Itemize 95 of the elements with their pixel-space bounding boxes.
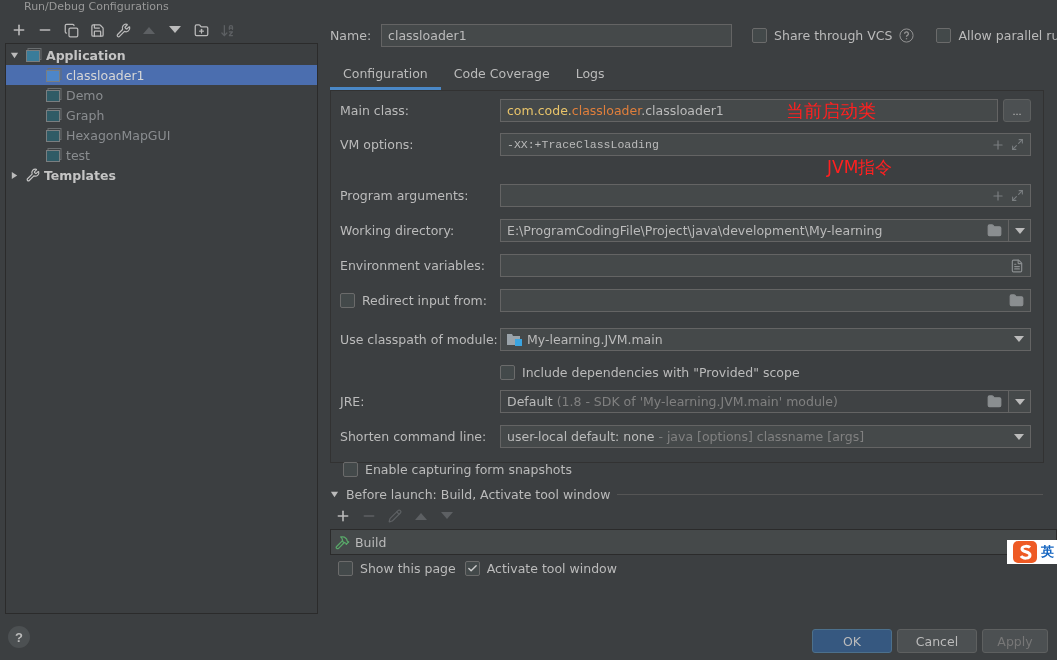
- dropdown-value: My-learning.JVM.main: [527, 331, 663, 347]
- folder-icon[interactable]: [987, 394, 1002, 409]
- dropdown-caret-icon: [1014, 433, 1024, 440]
- wrench-icon: [26, 168, 40, 182]
- tab[interactable]: Logs: [562, 60, 618, 90]
- checkbox[interactable]: [343, 461, 358, 477]
- field-value: E:\ProgramCodingFile\Project\java\development\My-learning: [507, 223, 883, 238]
- tree-item[interactable]: HexagonMapGUI: [6, 125, 317, 145]
- field-label: Name:: [330, 27, 372, 43]
- folder-icon[interactable]: [987, 223, 1002, 238]
- folder-add-icon[interactable]: [192, 21, 210, 39]
- tree-item[interactable]: Graph: [6, 105, 317, 125]
- dropdown-value: user-local default: none - java [options] classname [args]: [507, 429, 865, 444]
- field-label: Use classpath of module:: [340, 331, 498, 347]
- input-method-badge[interactable]: 英: [1007, 540, 1057, 564]
- dropdown[interactable]: Default (1.8 - SDK of 'My-learning.JVM.main' module): [500, 390, 1009, 413]
- field-value: com.code.classloader.classloader1: [507, 103, 724, 118]
- input-method-logo-icon: [1013, 541, 1037, 563]
- checkbox-label: Share through VCS: [774, 27, 893, 43]
- tree-item-label: HexagonMapGUI: [66, 127, 171, 143]
- tree-item-label: Demo: [66, 87, 104, 103]
- window-icon: [46, 128, 62, 142]
- window-icon: [46, 108, 62, 122]
- wrench-icon[interactable]: [114, 21, 132, 39]
- window-icon: [46, 148, 62, 162]
- field-value: classloader1: [388, 27, 467, 43]
- text-field[interactable]: -XX:+TraceClassLoading: [500, 133, 1031, 156]
- field-label: Shorten command line:: [340, 429, 487, 444]
- dropdown[interactable]: My-learning.JVM.main: [500, 327, 1031, 351]
- tree-item[interactable]: Demo: [6, 85, 317, 105]
- checkbox-label: Show this page: [360, 561, 456, 576]
- copy-icon[interactable]: [62, 21, 80, 39]
- tree-item[interactable]: Application: [6, 45, 317, 65]
- folder-icon[interactable]: [1009, 293, 1024, 308]
- dropdown-value: Default (1.8 - SDK of 'My-learning.JVM.main' module): [507, 394, 838, 409]
- name-field[interactable]: classloader1: [381, 23, 733, 47]
- text-field[interactable]: E:\ProgramCodingFile\Project\java\development\My-learning: [500, 219, 1009, 242]
- checkbox[interactable]: [464, 561, 480, 576]
- window-title: Run/Debug Configurations: [24, 1, 169, 12]
- checkbox-label: Redirect input from:: [362, 293, 487, 308]
- field-label: VM options:: [340, 137, 414, 152]
- dropdown-button[interactable]: [1009, 219, 1031, 242]
- document-icon[interactable]: [1010, 258, 1024, 273]
- text-field[interactable]: [500, 289, 1031, 312]
- checkbox[interactable]: [936, 27, 952, 43]
- checkbox[interactable]: [340, 293, 355, 308]
- field-value: -XX:+TraceClassLoading: [507, 138, 659, 151]
- tree-item-label: Graph: [66, 107, 105, 123]
- dropdown[interactable]: user-local default: none - java [options] classname [args]: [500, 425, 1031, 448]
- tree-item[interactable]: test: [6, 145, 317, 165]
- hammer-icon: [335, 534, 350, 550]
- checkbox[interactable]: [500, 364, 515, 380]
- field-label: JRE:: [340, 394, 365, 409]
- dropdown-button[interactable]: [1009, 390, 1031, 413]
- help-button[interactable]: ?: [8, 626, 30, 648]
- task-label: Build: [355, 534, 387, 550]
- check-icon: [466, 563, 478, 574]
- collapse-arrow-icon[interactable]: [10, 50, 19, 60]
- save-icon[interactable]: [88, 21, 106, 39]
- collapse-arrow-icon[interactable]: [330, 489, 339, 499]
- annotation: 当前启动类: [786, 98, 876, 123]
- window-icon: [46, 88, 62, 102]
- text-field[interactable]: [500, 254, 1031, 277]
- tree-item-label: test: [66, 147, 90, 163]
- dialog-button[interactable]: Cancel: [897, 629, 977, 653]
- checkbox[interactable]: [338, 561, 353, 576]
- dropdown-caret-icon: [1014, 336, 1024, 342]
- field-label: Main class:: [340, 103, 410, 118]
- field-label: Environment variables:: [340, 258, 485, 273]
- dialog-button[interactable]: OK: [812, 629, 892, 653]
- dropdown-caret-icon: [1014, 227, 1025, 234]
- expand-icon[interactable]: [1011, 138, 1024, 151]
- window-icon: [26, 48, 42, 62]
- text-field[interactable]: com.code.classloader.classloader1 当前启动类: [500, 99, 998, 122]
- field-label: Program arguments:: [340, 188, 469, 203]
- tree-item[interactable]: classloader1: [6, 65, 317, 85]
- checkbox-label: Include dependencies with "Provided" scope: [522, 364, 800, 380]
- tree-item-label: classloader1: [66, 67, 145, 83]
- checkbox[interactable]: [752, 27, 768, 43]
- tree-item-label: Templates: [44, 167, 116, 183]
- tree-item[interactable]: Templates: [6, 165, 317, 185]
- checkbox-label: Enable capturing form snapshots: [365, 461, 572, 477]
- annotation: JVM指令: [827, 157, 893, 177]
- help-icon[interactable]: [899, 27, 915, 43]
- dropdown-caret-icon: [1014, 398, 1025, 405]
- browse-button[interactable]: ...: [1003, 99, 1031, 122]
- expand-icon[interactable]: [1011, 189, 1024, 202]
- tab[interactable]: Code Coverage: [440, 60, 563, 90]
- field-label: Working directory:: [340, 223, 455, 238]
- section-title[interactable]: Before launch: Build, Activate tool window: [346, 486, 611, 502]
- text-field[interactable]: [500, 184, 1031, 207]
- expand-arrow-icon[interactable]: [10, 170, 19, 180]
- tree-item-label: Application: [46, 47, 126, 63]
- checkbox-label: Activate tool window: [486, 561, 617, 576]
- window-icon: [46, 68, 62, 82]
